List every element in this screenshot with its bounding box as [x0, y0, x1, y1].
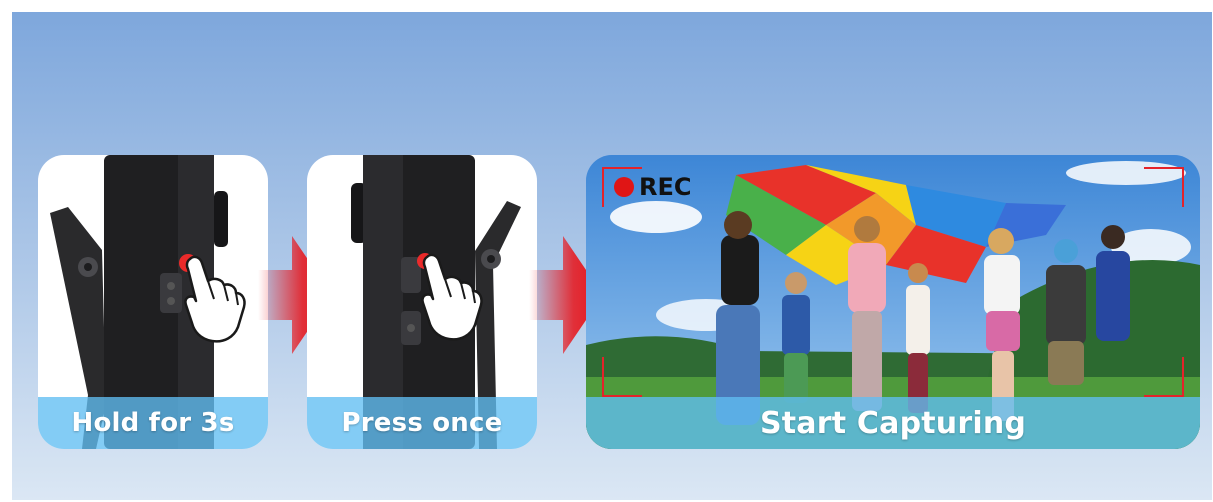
caption-bar: Hold for 3s [38, 397, 268, 449]
step-caption: Start Capturing [759, 405, 1027, 441]
banner-background: Hold for 3s Press once REC Start Capturi… [12, 12, 1212, 500]
rec-indicator: REC [614, 173, 692, 201]
step-card-capturing: REC Start Capturing [586, 155, 1200, 449]
frame-corner [1144, 167, 1184, 207]
rec-label: REC [639, 173, 692, 201]
record-dot-icon [614, 177, 634, 197]
frame-corner [1144, 357, 1184, 397]
power-button [160, 273, 182, 313]
step-caption: Hold for 3s [71, 408, 235, 438]
step-card-press: Press once [307, 155, 537, 449]
camera-lens-bump [214, 191, 228, 247]
caption-bar: Start Capturing [586, 397, 1200, 449]
hand-pointer-icon [184, 255, 246, 343]
caption-bar: Press once [307, 397, 537, 449]
step-caption: Press once [341, 408, 503, 438]
frame-corner [602, 357, 642, 397]
step-card-hold: Hold for 3s [38, 155, 268, 449]
